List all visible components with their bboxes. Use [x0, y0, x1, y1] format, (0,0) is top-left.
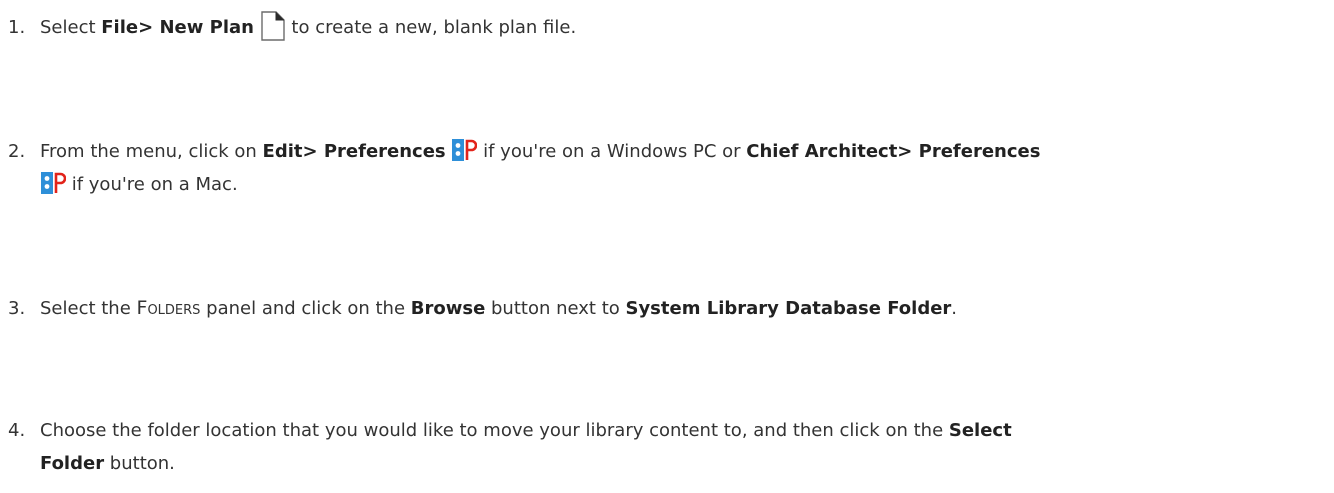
step-text: From the menu, click on — [40, 141, 263, 162]
step-number: 1. — [8, 17, 26, 38]
step-number: 3. — [8, 298, 26, 319]
step-text: to create a new, blank plan file. — [285, 17, 577, 38]
step-number: 2. — [8, 141, 26, 162]
step-2: 2. From the menu, click on Edit> Preferen… — [8, 137, 1308, 167]
button-name: Select — [948, 420, 1012, 441]
new-plan-icon — [260, 11, 286, 41]
step-text: button next to — [485, 298, 626, 319]
field-name: System Library Database Folder — [625, 298, 952, 319]
button-name: Browse — [410, 298, 486, 319]
step-text: Select the — [40, 298, 137, 319]
step-text: Choose the folder location that you woul… — [40, 420, 949, 441]
menu-path: Chief Architect> Preferences — [746, 141, 1041, 162]
button-name: Folder — [40, 453, 105, 474]
step-number: 4. — [8, 420, 26, 441]
menu-path: Edit> Preferences — [262, 141, 446, 162]
step-text: if you're on a Windows PC or — [477, 141, 747, 162]
step-text: if you're on a Mac. — [66, 174, 238, 195]
step-text: button. — [104, 453, 175, 474]
menu-path: File> New Plan — [101, 17, 254, 38]
step-4: 4. Choose the folder location that you wo… — [8, 416, 1308, 446]
step-text: . — [951, 298, 958, 319]
step-text: Select — [40, 17, 102, 38]
preferences-icon — [40, 171, 66, 195]
preferences-icon — [451, 138, 478, 162]
step-4-continued: Folder button. — [8, 449, 1334, 479]
step-2-continued: if you're on a Mac. — [8, 170, 1334, 200]
step-1: 1. Select File> New Plan to create a new,… — [8, 11, 1308, 43]
step-3: 3. Select the Folders panel and click on … — [8, 293, 1308, 324]
panel-name: Folders — [136, 297, 201, 319]
step-text: panel and click on the — [200, 298, 411, 319]
